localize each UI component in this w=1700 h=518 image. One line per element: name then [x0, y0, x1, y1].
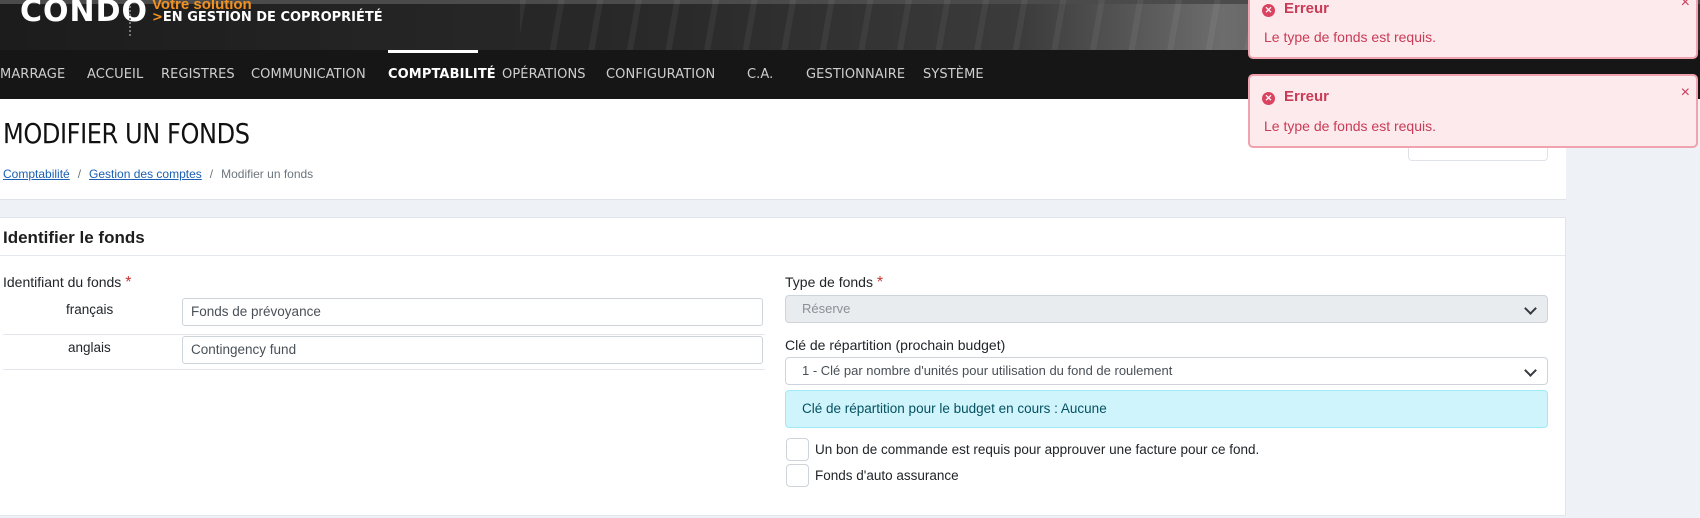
row-divider	[3, 369, 765, 370]
logo-divider	[129, 6, 131, 36]
current-budget-key-info: Clé de répartition pour le budget en cou…	[785, 390, 1548, 428]
breadcrumb-gestion-comptes[interactable]: Gestion des comptes	[89, 167, 202, 181]
purchase-order-required-label[interactable]: Un bon de commande est requis pour appro…	[815, 442, 1259, 457]
allocation-key-select[interactable]: 1 - Clé par nombre d'unités pour utilisa…	[785, 357, 1548, 385]
nav-item-operations[interactable]: OPÉRATIONS	[502, 50, 586, 99]
breadcrumb: Comptabilité / Gestion des comptes / Modifie…	[3, 167, 313, 181]
nav-item-comptabilite[interactable]: COMPTABILITÉ	[388, 50, 496, 99]
purchase-order-required-checkbox[interactable]	[786, 438, 809, 461]
identifier-label-text: Identifiant du fonds	[3, 274, 122, 290]
nav-item-ca[interactable]: C.A.	[747, 50, 773, 99]
self-insurance-label[interactable]: Fonds d'auto assurance	[815, 468, 959, 483]
error-toast: ✕ Erreur Le type de fonds est requis. ×	[1248, 0, 1698, 59]
tagline-bottom: >EN GESTION DE COPROPRIÉTÉ	[152, 10, 383, 25]
close-icon[interactable]: ×	[1681, 0, 1690, 12]
fund-type-value: Réserve	[802, 301, 851, 316]
breadcrumb-separator: /	[77, 167, 82, 181]
allocation-key-label: Clé de répartition (prochain budget)	[785, 337, 1006, 353]
fund-name-en-input[interactable]: Contingency fund	[182, 336, 763, 364]
breadcrumb-comptabilite[interactable]: Comptabilité	[3, 167, 70, 181]
fund-type-label-text: Type de fonds	[785, 274, 873, 290]
allocation-key-value: 1 - Clé par nombre d'unités pour utilisa…	[802, 363, 1173, 378]
page-title: MODIFIER UN FONDS	[3, 117, 250, 150]
error-circle-icon: ✕	[1262, 4, 1275, 17]
card-title: Identifier le fonds	[3, 228, 145, 247]
toast-title: Erreur	[1284, 0, 1330, 17]
toast-message: Le type de fonds est requis.	[1264, 118, 1436, 134]
nav-item-registres[interactable]: REGISTRES	[161, 50, 235, 99]
chevron-down-icon	[1524, 364, 1537, 377]
error-circle-icon: ✕	[1262, 92, 1275, 105]
lang-label-en: anglais	[68, 340, 111, 355]
toast-message: Le type de fonds est requis.	[1264, 29, 1436, 45]
fund-type-label: Type de fonds *	[785, 274, 883, 292]
tagline-bottom-text: EN GESTION DE COPROPRIÉTÉ	[162, 10, 383, 25]
breadcrumb-separator: /	[209, 167, 214, 181]
nav-item-systeme[interactable]: SYSTÈME	[923, 50, 984, 99]
nav-item-gestionnaire[interactable]: GESTIONNAIRE	[806, 50, 905, 99]
nav-item-configuration[interactable]: CONFIGURATION	[606, 50, 715, 99]
lang-label-fr: français	[66, 302, 114, 317]
error-toast: ✕ Erreur Le type de fonds est requis. ×	[1248, 74, 1698, 148]
chevron-down-icon	[1524, 302, 1537, 315]
close-icon[interactable]: ×	[1681, 84, 1690, 102]
identifier-label: Identifiant du fonds *	[3, 274, 131, 292]
nav-item-marrage[interactable]: MARRAGE	[0, 50, 65, 99]
banner-background-image	[520, 0, 1280, 50]
nav-item-accueil[interactable]: ACCUEIL	[87, 50, 143, 99]
required-mark: *	[125, 274, 132, 291]
row-divider	[3, 334, 765, 335]
breadcrumb-current: Modifier un fonds	[221, 167, 314, 181]
toast-title: Erreur	[1284, 88, 1330, 105]
nav-item-communication[interactable]: COMMUNICATION	[251, 50, 366, 99]
tagline-chevron: >	[152, 10, 163, 25]
self-insurance-checkbox[interactable]	[786, 464, 809, 487]
fund-name-fr-input[interactable]: Fonds de prévoyance	[182, 298, 763, 326]
card-header: Identifier le fonds	[0, 218, 1565, 256]
fund-type-select[interactable]: Réserve	[785, 295, 1548, 323]
required-mark: *	[876, 274, 884, 291]
